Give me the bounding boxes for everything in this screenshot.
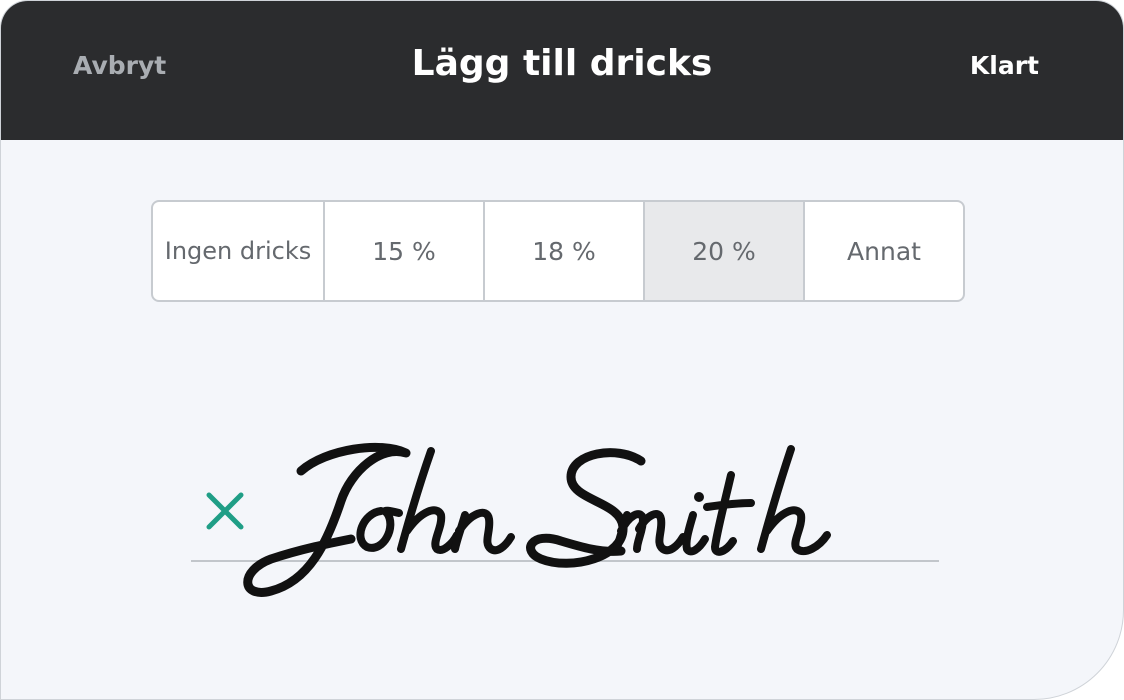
done-button[interactable]: Klart — [970, 51, 1039, 80]
signature-drawing — [243, 443, 831, 597]
tip-option-20[interactable]: 20 % — [645, 202, 805, 300]
tip-option-15[interactable]: 15 % — [325, 202, 485, 300]
page-title: Lägg till dricks — [411, 43, 713, 84]
navigation-bar: Avbryt Lägg till dricks Klart — [1, 1, 1123, 140]
tip-segmented-control: Ingen dricks 15 % 18 % 20 % Annat — [151, 200, 965, 302]
tip-screen: Avbryt Lägg till dricks Klart Ingen dric… — [0, 0, 1124, 700]
tip-option-18[interactable]: 18 % — [485, 202, 645, 300]
tip-option-other[interactable]: Annat — [805, 202, 963, 300]
tip-option-none[interactable]: Ingen dricks — [153, 202, 325, 300]
signature-pad[interactable] — [191, 401, 941, 601]
